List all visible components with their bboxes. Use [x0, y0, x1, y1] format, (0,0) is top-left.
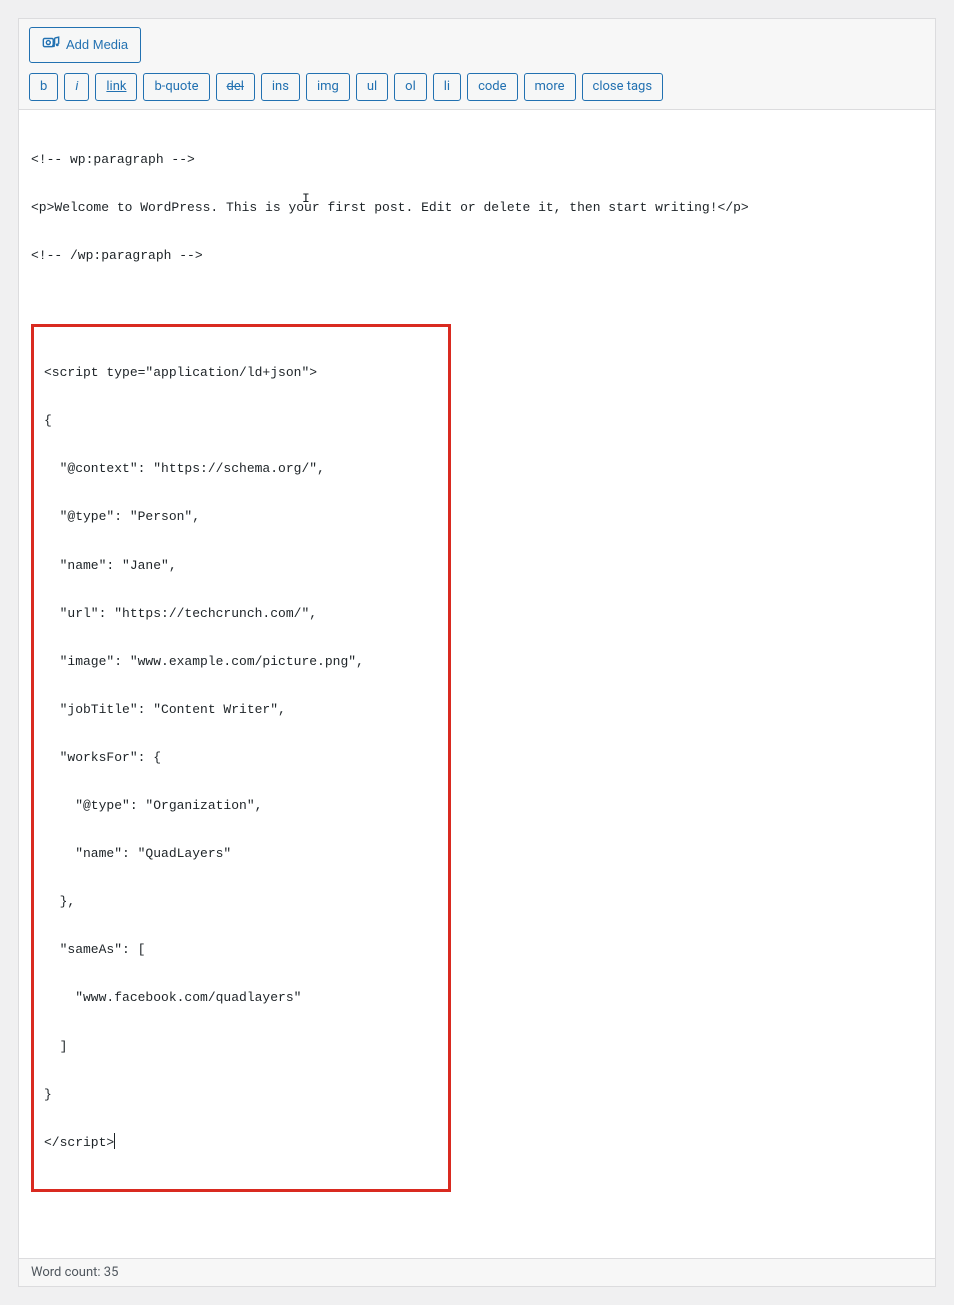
ins-button[interactable]: ins	[261, 73, 300, 101]
code-line: </script>	[44, 1131, 438, 1155]
code-line: "jobTitle": "Content Writer",	[44, 698, 438, 722]
media-row: Add Media	[19, 19, 935, 69]
highlighted-script-block: <script type="application/ld+json"> { "@…	[31, 324, 451, 1192]
code-line: <p>Welcome to WordPress. This is your fi…	[31, 196, 923, 220]
code-line: "www.facebook.com/quadlayers"	[44, 986, 438, 1010]
link-button[interactable]: link	[95, 73, 137, 101]
camera-music-icon	[42, 34, 60, 56]
code-line: "@type": "Person",	[44, 505, 438, 529]
code-line: ]	[44, 1035, 438, 1059]
quicktags-toolbar: b i link b-quote del ins img ul ol li co…	[19, 69, 935, 109]
code-line: <!-- /wp:paragraph -->	[31, 244, 923, 268]
code-line: "image": "www.example.com/picture.png",	[44, 650, 438, 674]
more-button[interactable]: more	[524, 73, 576, 101]
italic-button[interactable]: i	[64, 73, 89, 101]
editor-statusbar: Word count: 35	[19, 1258, 935, 1286]
text-caret-icon: I	[302, 187, 310, 211]
code-line: "@context": "https://schema.org/",	[44, 457, 438, 481]
text-editor-area[interactable]: <!-- wp:paragraph --> <p>Welcome to Word…	[19, 109, 935, 1258]
code-line: }	[44, 1083, 438, 1107]
ol-button[interactable]: ol	[394, 73, 427, 101]
code-line: <!-- wp:paragraph -->	[31, 148, 923, 172]
code-line: "name": "QuadLayers"	[44, 842, 438, 866]
ul-button[interactable]: ul	[356, 73, 388, 101]
classic-editor-wrap: Add Media b i link b-quote del ins img u…	[18, 18, 936, 1287]
close-tags-button[interactable]: close tags	[582, 73, 664, 101]
add-media-button[interactable]: Add Media	[29, 27, 141, 63]
text-caret-icon	[114, 1133, 115, 1149]
del-button[interactable]: del	[216, 73, 255, 101]
code-line: "url": "https://techcrunch.com/",	[44, 602, 438, 626]
code-line: <script type="application/ld+json">	[44, 361, 438, 385]
word-count-label: Word count: 35	[31, 1265, 118, 1280]
li-button[interactable]: li	[433, 73, 461, 101]
code-line: {	[44, 409, 438, 433]
blockquote-button[interactable]: b-quote	[143, 73, 209, 101]
add-media-label: Add Media	[66, 37, 128, 53]
code-line: },	[44, 890, 438, 914]
img-button[interactable]: img	[306, 73, 350, 101]
code-line: "sameAs": [	[44, 938, 438, 962]
code-line: "worksFor": {	[44, 746, 438, 770]
code-line: "@type": "Organization",	[44, 794, 438, 818]
code-button[interactable]: code	[467, 73, 517, 101]
code-line: "name": "Jane",	[44, 554, 438, 578]
bold-button[interactable]: b	[29, 73, 58, 101]
